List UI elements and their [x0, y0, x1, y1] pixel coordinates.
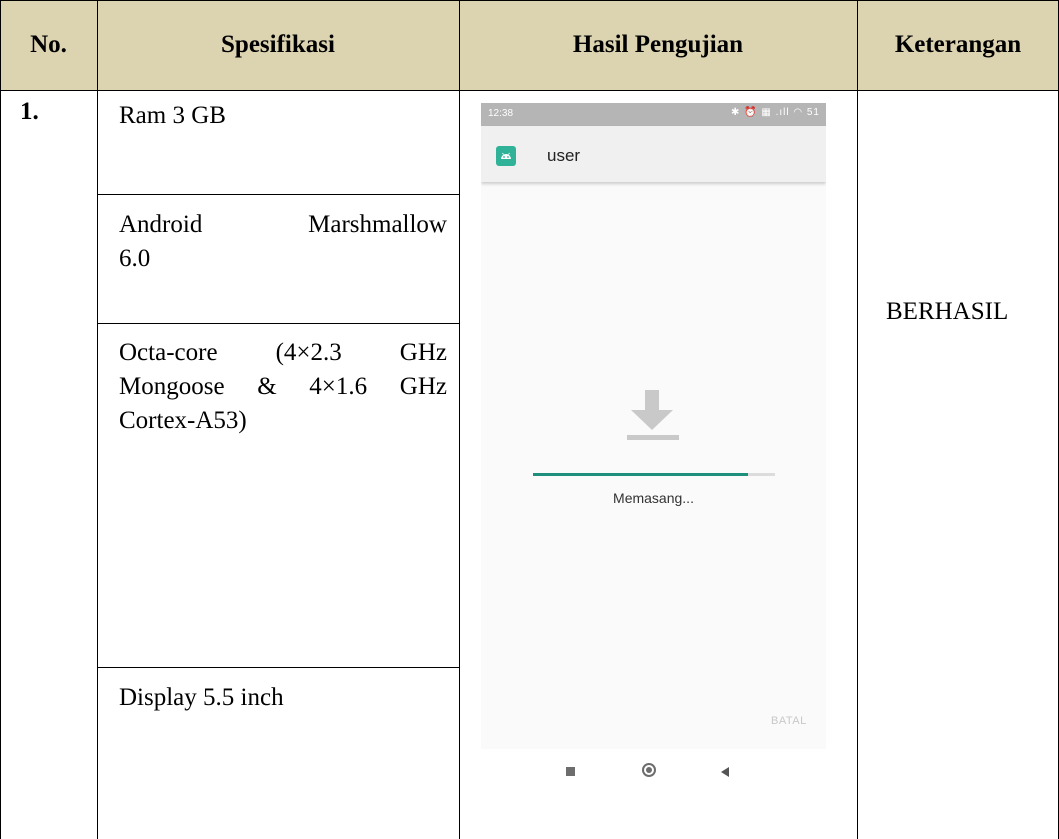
header-spesifikasi: Spesifikasi: [97, 0, 459, 90]
status-bar: 12:38 ✱ ⏰ ▦ .ıll ◠ 51: [481, 103, 826, 126]
app-bar: user: [481, 126, 826, 182]
spec-ram: Ram 3 GB: [119, 99, 447, 133]
download-icon: [627, 390, 679, 440]
nav-back-icon[interactable]: [721, 767, 729, 777]
spec-divider: [97, 323, 459, 324]
spec-cpu: Octa-core (4×2.3 GHz Mongoose & 4×1.6 GH…: [119, 336, 447, 438]
progress-label: Memasang...: [613, 490, 694, 506]
header-spesifikasi-label: Spesifikasi: [221, 31, 335, 58]
spec-os: Android Marshmallow 6.0: [119, 208, 447, 276]
spec-divider: [97, 667, 459, 668]
android-app-icon: [496, 146, 516, 166]
column-divider: [97, 0, 98, 839]
header-divider: [0, 90, 1059, 91]
column-divider: [857, 0, 858, 839]
install-progress-fill: [533, 473, 749, 476]
spec-divider: [97, 194, 459, 195]
spec-line: Android Marshmallow: [119, 211, 447, 238]
nav-recents-icon[interactable]: [566, 767, 575, 776]
install-progress-bar: [533, 473, 775, 476]
cancel-button[interactable]: BATAL: [771, 715, 807, 727]
spec-line: Cortex-A53): [119, 407, 247, 434]
column-divider: [459, 0, 460, 839]
spec-line: Mongoose & 4×1.6 GHz: [119, 373, 447, 400]
test-result-table: No. Spesifikasi Hasil Pengujian Keterang…: [0, 0, 1059, 839]
phone-screenshot: 12:38 ✱ ⏰ ▦ .ıll ◠ 51 user Memasang... B…: [481, 103, 826, 798]
spec-line: 6.0: [119, 245, 151, 272]
status-icons: ✱ ⏰ ▦ .ıll ◠ 51: [730, 107, 820, 118]
spec-line: Octa-core (4×2.3 GHz: [119, 339, 447, 366]
keterangan-value: BERHASIL: [886, 298, 1009, 325]
header-no-label: No.: [30, 31, 67, 58]
table-border-left: [0, 0, 1, 839]
status-time: 12:38: [488, 108, 514, 119]
header-hasil-label: Hasil Pengujian: [572, 31, 744, 58]
spec-line: Display 5.5 inch: [119, 684, 284, 711]
navigation-bar: [481, 749, 826, 798]
header-keterangan: Keterangan: [857, 0, 1059, 90]
nav-home-icon[interactable]: [642, 763, 656, 777]
header-hasil-pengujian: Hasil Pengujian: [459, 0, 857, 90]
row-number: 1.: [20, 98, 39, 125]
table-border-top: [0, 0, 1059, 1]
header-keterangan-label: Keterangan: [894, 31, 1022, 58]
header-no: No.: [0, 0, 97, 90]
spec-display: Display 5.5 inch: [119, 681, 447, 715]
app-title: user: [547, 146, 581, 165]
spec-line: Ram 3 GB: [119, 102, 226, 129]
